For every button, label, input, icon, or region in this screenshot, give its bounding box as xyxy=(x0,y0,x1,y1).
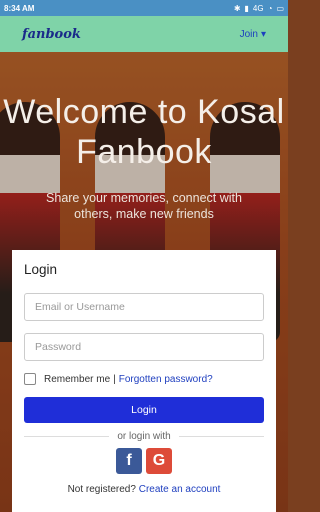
email-placeholder: Email or Username xyxy=(35,301,125,313)
login-title: Login xyxy=(24,262,58,277)
status-time: 8:34 AM xyxy=(4,3,35,13)
hero-subtitle: Share your memories, connect with others… xyxy=(46,191,242,221)
status-bar: 8:34 AM ✱ ▮ 4G ◔ ▭ xyxy=(0,0,288,16)
social-divider: or login with xyxy=(24,431,265,442)
divider-line xyxy=(178,436,265,437)
google-icon[interactable]: G xyxy=(146,448,172,474)
remember-row: Remember me | Forgotten password? xyxy=(24,373,264,385)
hero-title: Welcome to Kosal Fanbook xyxy=(3,93,285,171)
or-login-with-label: or login with xyxy=(117,431,171,442)
join-label: Join xyxy=(239,28,258,40)
password-field[interactable]: Password xyxy=(24,333,264,361)
navbar: fanbook Join ▾ xyxy=(0,16,288,52)
login-card: Login Email or Username Password Remembe… xyxy=(12,250,276,512)
register-row: Not registered? Create an account xyxy=(24,484,264,495)
wifi-icon: ◔ xyxy=(267,3,273,13)
network-label: 4G xyxy=(252,3,264,13)
create-account-link[interactable]: Create an account xyxy=(139,484,221,495)
login-button[interactable]: Login xyxy=(24,397,264,423)
social-buttons: f G xyxy=(24,448,264,474)
bluetooth-icon: ✱ xyxy=(233,3,241,13)
join-menu[interactable]: Join ▾ xyxy=(240,29,266,40)
brand-logo[interactable]: fanbook xyxy=(22,27,81,42)
password-placeholder: Password xyxy=(35,341,82,353)
remember-label: Remember me xyxy=(44,373,111,385)
facebook-icon[interactable]: f xyxy=(116,448,142,474)
forgot-password-link[interactable]: Forgotten password? xyxy=(119,374,213,385)
divider-line xyxy=(24,436,110,437)
signal-icon: ▮ xyxy=(244,3,249,13)
remember-checkbox[interactable] xyxy=(24,373,36,385)
not-registered-label: Not registered? xyxy=(67,484,136,495)
email-field[interactable]: Email or Username xyxy=(24,293,264,321)
chevron-down-icon: ▾ xyxy=(260,28,266,40)
separator: | xyxy=(113,373,116,385)
battery-icon: ▭ xyxy=(276,3,284,13)
status-icons: ✱ ▮ 4G ◔ ▭ xyxy=(234,4,284,13)
